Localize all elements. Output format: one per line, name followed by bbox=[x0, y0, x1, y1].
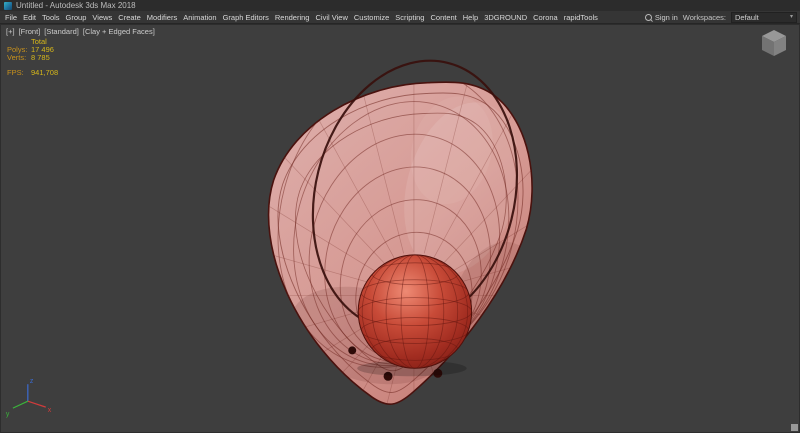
menu-customize[interactable]: Customize bbox=[351, 13, 392, 22]
menu-3dground[interactable]: 3DGROUND bbox=[481, 13, 530, 22]
viewport-resize-handle[interactable] bbox=[791, 424, 798, 431]
viewport[interactable]: z x y [+] [Front] [Standard] [Clay + Edg… bbox=[0, 24, 800, 433]
axis-y-label: y bbox=[6, 411, 10, 418]
stats-fps-row: FPS: 941,708 bbox=[7, 69, 58, 77]
stats-fps-label: FPS: bbox=[7, 69, 31, 77]
app-icon bbox=[4, 2, 12, 10]
viewport-label: [+] [Front] [Standard] [Clay + Edged Fac… bbox=[6, 27, 155, 36]
menu-scripting[interactable]: Scripting bbox=[392, 13, 427, 22]
sign-in-button[interactable]: Sign in bbox=[645, 13, 678, 22]
titlebar: Untitled - Autodesk 3ds Max 2018 bbox=[0, 0, 800, 11]
menu-tools[interactable]: Tools bbox=[39, 13, 63, 22]
chevron-down-icon: ▾ bbox=[790, 14, 793, 20]
menu-content[interactable]: Content bbox=[427, 13, 459, 22]
search-icon bbox=[645, 14, 652, 21]
menu-civil-view[interactable]: Civil View bbox=[312, 13, 350, 22]
3dsmax-window: Untitled - Autodesk 3ds Max 2018 File Ed… bbox=[0, 0, 800, 433]
world-axis-gizmo: z x y bbox=[6, 378, 52, 418]
workspaces-select[interactable]: Default ▾ bbox=[731, 12, 797, 23]
menu-rendering[interactable]: Rendering bbox=[272, 13, 313, 22]
menubar: File Edit Tools Group Views Create Modif… bbox=[0, 11, 800, 24]
menu-modifiers[interactable]: Modifiers bbox=[144, 13, 180, 22]
workspaces-value: Default bbox=[735, 13, 759, 22]
menu-group[interactable]: Group bbox=[63, 13, 90, 22]
window-title: Untitled - Autodesk 3ds Max 2018 bbox=[16, 1, 136, 10]
viewcube[interactable] bbox=[762, 30, 786, 56]
viewport-menu-point-of-view[interactable]: [Front] bbox=[19, 27, 41, 36]
menu-views[interactable]: Views bbox=[89, 13, 115, 22]
stats-verts-value: 8 785 bbox=[31, 54, 50, 62]
stats-verts-row: Verts: 8 785 bbox=[7, 54, 58, 62]
menu-corona[interactable]: Corona bbox=[530, 13, 561, 22]
menubar-right: Sign in Workspaces: Default ▾ bbox=[645, 11, 797, 23]
viewport-menu-shading[interactable]: [Clay + Edged Faces] bbox=[83, 27, 155, 36]
axis-z-label: z bbox=[30, 378, 34, 385]
menu-help[interactable]: Help bbox=[460, 13, 481, 22]
viewport-menu-render-preset[interactable]: [Standard] bbox=[44, 27, 79, 36]
sign-in-label: Sign in bbox=[655, 13, 678, 22]
workspaces-label: Workspaces: bbox=[683, 13, 726, 22]
stats-fps-value: 941,708 bbox=[31, 69, 58, 77]
stats-verts-label: Verts: bbox=[7, 54, 31, 62]
viewport-menu-general[interactable]: [+] bbox=[6, 27, 15, 36]
menu-graph-editors[interactable]: Graph Editors bbox=[220, 13, 272, 22]
menu-edit[interactable]: Edit bbox=[20, 13, 39, 22]
menu-file[interactable]: File bbox=[2, 13, 20, 22]
menu-create[interactable]: Create bbox=[115, 13, 144, 22]
menu-animation[interactable]: Animation bbox=[180, 13, 219, 22]
axis-x-label: x bbox=[48, 407, 52, 414]
stats-overlay: Total Polys: 17 496 Verts: 8 785 FPS: 94… bbox=[7, 38, 58, 77]
viewport-canvas[interactable]: z x y bbox=[1, 25, 799, 432]
menu-rapidtools[interactable]: rapidTools bbox=[561, 13, 601, 22]
